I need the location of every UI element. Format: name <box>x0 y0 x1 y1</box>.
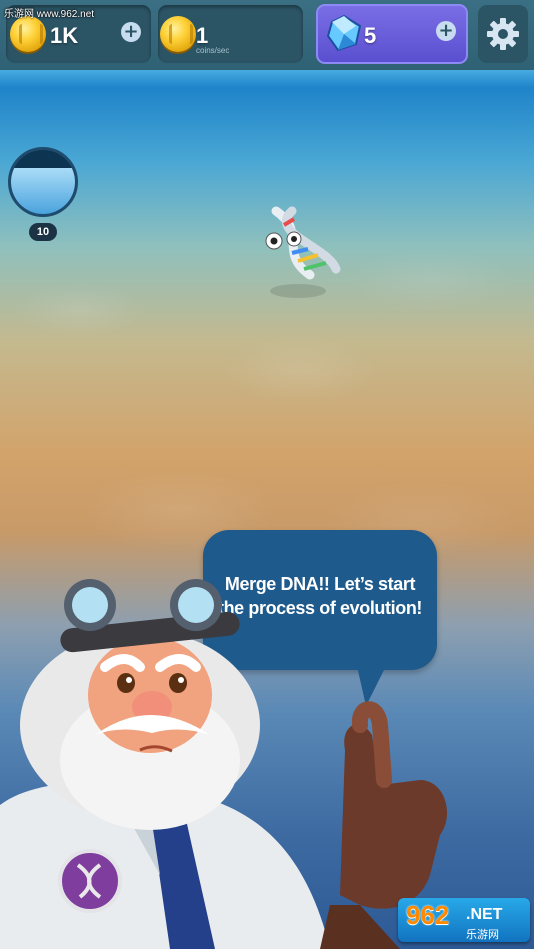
gear-icon <box>487 18 519 50</box>
coin-icon <box>160 16 196 52</box>
spawn-timer-gauge[interactable] <box>8 147 78 217</box>
gauge-count: 10 <box>29 223 57 241</box>
scientist-icon <box>0 579 448 949</box>
watermark-text: 乐游网 www.962.net <box>4 9 95 20</box>
settings-button[interactable] <box>478 5 528 63</box>
gems-value: 5 <box>364 23 377 48</box>
logo-number: 962 <box>406 900 450 930</box>
logo-sub-text: 乐游网 <box>466 928 499 941</box>
dna-creature-icon[interactable] <box>248 203 344 303</box>
add-coins-button[interactable]: + <box>121 22 141 42</box>
gem-icon <box>326 14 362 52</box>
logo-net-text: .NET <box>466 906 503 923</box>
add-gems-button[interactable]: + <box>436 21 456 41</box>
coin-icon <box>10 16 46 52</box>
coins-value: 1K <box>50 23 79 48</box>
gauge-fill <box>11 167 75 214</box>
income-unit: coins/sec <box>196 46 230 55</box>
